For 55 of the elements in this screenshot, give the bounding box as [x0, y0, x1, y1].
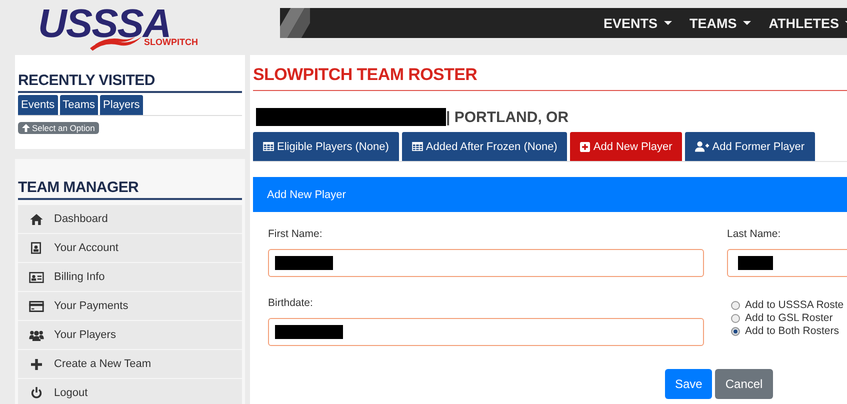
- redaction-bar: [738, 256, 773, 270]
- menu-item[interactable]: Create a New Team: [18, 350, 242, 378]
- input-field[interactable]: [727, 249, 847, 277]
- select-option-badge[interactable]: Select an Option: [18, 122, 99, 134]
- menu-item[interactable]: Your Account: [18, 234, 242, 262]
- user-plus-icon: [695, 141, 710, 152]
- redaction-bar: [275, 256, 333, 270]
- field-label: First Name:: [268, 228, 324, 240]
- table-icon: [412, 142, 423, 151]
- table-icon: [263, 142, 274, 151]
- input-field[interactable]: [268, 249, 704, 277]
- tab[interactable]: Added After Frozen (None): [402, 132, 568, 161]
- team-location: | PORTLAND, OR: [446, 108, 569, 126]
- save-button[interactable]: Save: [665, 369, 712, 399]
- plus-icon: [30, 358, 42, 370]
- users-icon: [28, 330, 44, 340]
- menu-item[interactable]: Your Payments: [18, 292, 242, 320]
- input-field[interactable]: [268, 318, 704, 346]
- menu-item[interactable]: Billing Info: [18, 263, 242, 291]
- id-card-icon: [28, 272, 44, 282]
- tab[interactable]: Players: [100, 95, 143, 115]
- tab[interactable]: Add Former Player: [685, 132, 815, 161]
- credit-card-icon: [28, 300, 44, 312]
- tab[interactable]: Eligible Players (None): [253, 132, 399, 161]
- add-icon: [580, 142, 590, 152]
- contact-card-icon: [31, 242, 41, 254]
- power-icon: [30, 387, 42, 399]
- nav-menu[interactable]: ATHLETES: [768, 16, 847, 30]
- caret-icon: [742, 21, 751, 25]
- tab[interactable]: Teams: [60, 95, 98, 115]
- caret-icon: [664, 21, 672, 25]
- radio-label: Add to USSSA Roste: [745, 299, 844, 311]
- cancel-button[interactable]: Cancel: [715, 369, 773, 399]
- radio-label: Add to Both Rosters: [745, 325, 839, 337]
- section-heading: RECENTLY VISITED: [18, 72, 242, 93]
- redaction-bar: [275, 325, 343, 339]
- page-title: SLOWPITCH TEAM ROSTER: [253, 65, 847, 91]
- section-heading: TEAM MANAGER: [18, 179, 242, 200]
- menu-item[interactable]: Logout: [18, 379, 242, 404]
- menu-item[interactable]: Your Players: [18, 321, 242, 349]
- tab[interactable]: Events: [18, 95, 58, 115]
- field-label: Last Name:: [727, 228, 782, 240]
- tab[interactable]: Add New Player: [570, 132, 682, 161]
- radio-button[interactable]: [731, 300, 740, 310]
- radio-label: Add to GSL Roster: [745, 312, 833, 324]
- field-label: Birthdate:: [268, 297, 314, 309]
- nav-menu[interactable]: EVENTS: [603, 16, 672, 30]
- menu-item[interactable]: Dashboard: [18, 205, 242, 233]
- up-arrow-icon: [22, 124, 30, 132]
- home-icon: [30, 214, 42, 224]
- nav-menu[interactable]: TEAMS: [690, 16, 751, 30]
- radio-button[interactable]: [731, 314, 740, 322]
- form-title: Add New Player: [267, 188, 346, 200]
- stripe-decoration: [280, 8, 310, 38]
- radio-button[interactable]: [731, 326, 740, 336]
